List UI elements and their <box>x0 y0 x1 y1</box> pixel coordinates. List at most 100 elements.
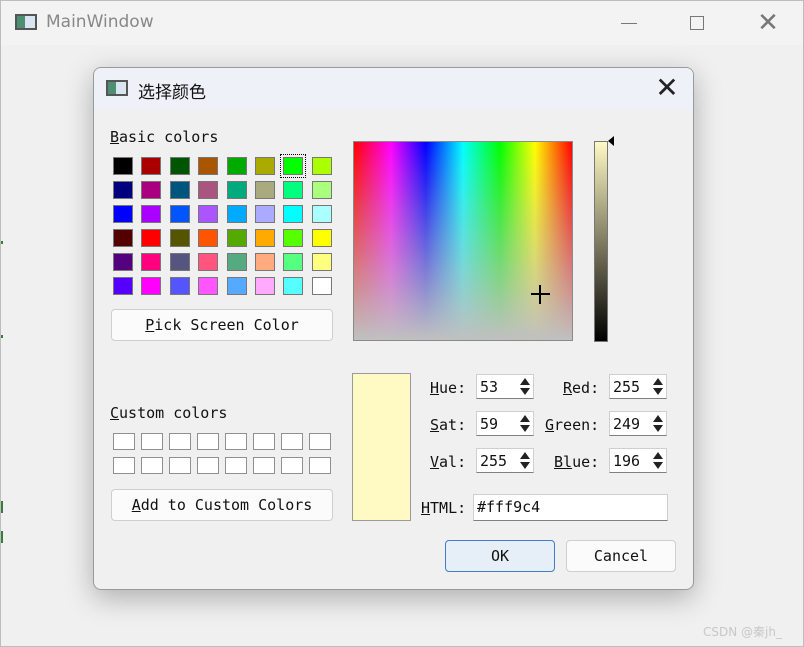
basic-color-swatch[interactable] <box>255 253 275 271</box>
basic-color-swatch[interactable] <box>113 277 133 295</box>
spin-down-icon[interactable] <box>653 462 663 469</box>
basic-color-swatch[interactable] <box>141 157 162 175</box>
basic-color-swatch[interactable] <box>169 205 190 223</box>
custom-color-cell[interactable] <box>113 433 135 450</box>
custom-color-cell[interactable] <box>113 457 135 474</box>
spin-up-icon[interactable] <box>653 452 663 459</box>
custom-color-cell[interactable] <box>141 433 163 450</box>
cancel-button[interactable]: Cancel <box>566 540 676 572</box>
custom-color-cell[interactable] <box>225 433 247 450</box>
spin-up-icon[interactable] <box>653 378 663 385</box>
spin-down-icon[interactable] <box>653 388 663 395</box>
hue-spinbox[interactable]: 53 <box>476 374 534 399</box>
green-spinbox[interactable]: 249 <box>609 411 667 436</box>
basic-color-swatch[interactable] <box>141 181 162 199</box>
custom-color-cell[interactable] <box>197 433 219 450</box>
spin-down-icon[interactable] <box>520 388 530 395</box>
edge-mark <box>1 241 3 244</box>
spin-down-icon[interactable] <box>520 425 530 432</box>
custom-color-cell[interactable] <box>141 457 163 474</box>
basic-color-swatch[interactable] <box>198 157 219 175</box>
spin-up-icon[interactable] <box>520 378 530 385</box>
main-close-button[interactable]: ✕ <box>745 1 791 45</box>
custom-color-cell[interactable] <box>309 457 331 474</box>
basic-color-swatch[interactable] <box>255 181 275 199</box>
basic-color-swatch[interactable] <box>113 229 133 247</box>
basic-color-swatch[interactable] <box>169 277 190 295</box>
basic-color-swatch[interactable] <box>169 157 190 175</box>
custom-color-cell[interactable] <box>281 433 303 450</box>
dialog-titlebar[interactable]: 选择颜色 ✕ <box>94 68 693 110</box>
luminance-marker-icon[interactable] <box>608 136 614 146</box>
basic-color-swatch[interactable] <box>311 253 332 271</box>
basic-color-swatch[interactable] <box>113 253 133 271</box>
custom-color-cell[interactable] <box>253 457 275 474</box>
basic-color-swatch[interactable] <box>198 253 219 271</box>
hue-saturation-picker[interactable] <box>353 141 573 341</box>
basic-color-swatch[interactable] <box>141 253 162 271</box>
basic-color-swatch[interactable] <box>311 277 332 295</box>
basic-color-swatch[interactable] <box>113 205 133 223</box>
basic-color-swatch[interactable] <box>283 205 304 223</box>
basic-color-swatch[interactable] <box>255 229 275 247</box>
basic-color-swatch[interactable] <box>311 181 332 199</box>
basic-color-swatch[interactable] <box>283 229 304 247</box>
basic-color-swatch[interactable] <box>280 154 307 178</box>
basic-color-swatch[interactable] <box>169 253 190 271</box>
basic-color-swatch[interactable] <box>141 229 162 247</box>
basic-color-swatch[interactable] <box>113 181 133 199</box>
basic-color-swatch[interactable] <box>198 205 219 223</box>
basic-color-swatch[interactable] <box>255 205 275 223</box>
maximize-button[interactable] <box>674 1 720 45</box>
html-label: HTML: <box>421 499 467 517</box>
basic-color-swatch[interactable] <box>311 229 332 247</box>
val-spinbox[interactable]: 255 <box>476 448 534 473</box>
basic-color-swatch[interactable] <box>226 253 247 271</box>
basic-color-swatch[interactable] <box>311 157 332 175</box>
red-spinbox[interactable]: 255 <box>609 374 667 399</box>
custom-color-cell[interactable] <box>253 433 275 450</box>
basic-color-swatch[interactable] <box>283 277 304 295</box>
basic-color-swatch[interactable] <box>226 277 247 295</box>
basic-color-swatch[interactable] <box>169 229 190 247</box>
custom-color-cell[interactable] <box>197 457 219 474</box>
basic-color-swatch[interactable] <box>255 157 275 175</box>
basic-color-swatch[interactable] <box>283 253 304 271</box>
main-titlebar[interactable]: MainWindow ✕ <box>1 1 803 45</box>
blue-spinbox[interactable]: 196 <box>609 448 667 473</box>
pick-screen-color-button[interactable]: Pick Screen Color <box>111 309 333 341</box>
basic-color-swatch[interactable] <box>226 157 247 175</box>
basic-color-swatch[interactable] <box>255 277 275 295</box>
spin-down-icon[interactable] <box>653 425 663 432</box>
custom-color-cell[interactable] <box>169 457 191 474</box>
basic-color-swatch[interactable] <box>198 181 219 199</box>
luminance-slider[interactable] <box>594 141 608 342</box>
custom-color-cell[interactable] <box>225 457 247 474</box>
dialog-close-button[interactable]: ✕ <box>649 74 685 103</box>
html-color-input[interactable]: #fff9c4 <box>473 494 668 521</box>
basic-color-swatch[interactable] <box>226 181 247 199</box>
minimize-icon <box>621 22 637 24</box>
spin-down-icon[interactable] <box>520 462 530 469</box>
add-to-custom-colors-button[interactable]: Add to Custom Colors <box>111 489 333 521</box>
sat-spinbox[interactable]: 59 <box>476 411 534 436</box>
basic-color-swatch[interactable] <box>311 205 332 223</box>
spin-up-icon[interactable] <box>520 415 530 422</box>
basic-color-swatch[interactable] <box>226 229 247 247</box>
basic-colors-label: Basic colors <box>110 128 219 146</box>
basic-color-swatch[interactable] <box>226 205 247 223</box>
ok-button[interactable]: OK <box>445 540 555 572</box>
basic-color-swatch[interactable] <box>169 181 190 199</box>
basic-color-swatch[interactable] <box>198 277 219 295</box>
custom-color-cell[interactable] <box>169 433 191 450</box>
basic-color-swatch[interactable] <box>141 205 162 223</box>
spin-up-icon[interactable] <box>520 452 530 459</box>
custom-color-cell[interactable] <box>309 433 331 450</box>
basic-color-swatch[interactable] <box>113 157 133 175</box>
basic-color-swatch[interactable] <box>283 181 304 199</box>
custom-color-cell[interactable] <box>281 457 303 474</box>
minimize-button[interactable] <box>606 1 652 45</box>
basic-color-swatch[interactable] <box>141 277 162 295</box>
basic-color-swatch[interactable] <box>198 229 219 247</box>
spin-up-icon[interactable] <box>653 415 663 422</box>
